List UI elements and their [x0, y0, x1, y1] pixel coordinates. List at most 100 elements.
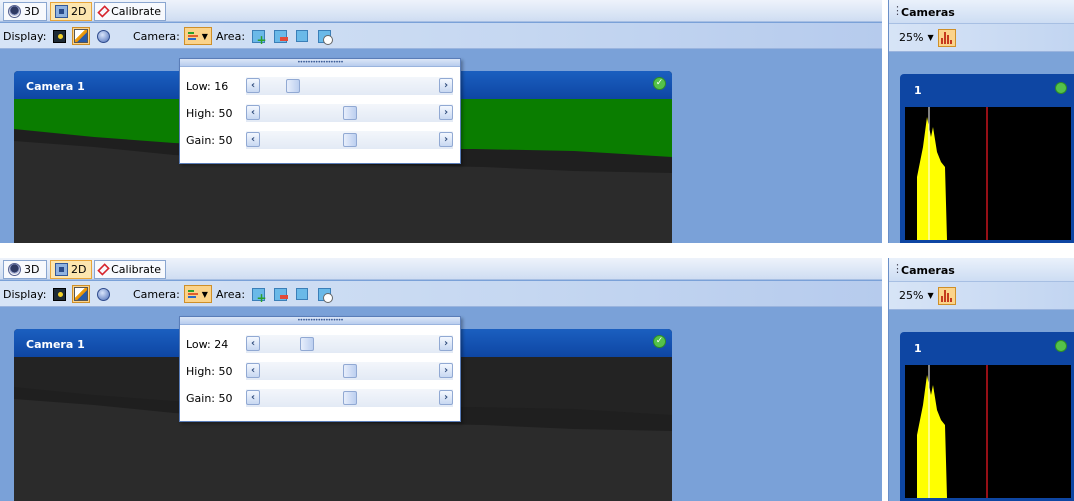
display-group: Display: — [3, 284, 112, 304]
camera-settings-dropdown[interactable]: ▼ — [183, 27, 212, 45]
camera-label: Camera: — [133, 29, 180, 43]
levels-icon — [187, 29, 202, 43]
check-circle-icon — [1055, 82, 1067, 94]
area-add-icon — [251, 29, 267, 47]
display-overlay-button[interactable] — [72, 27, 91, 45]
histogram-icon-bar — [941, 295, 944, 302]
high-label: High: 50 — [186, 106, 233, 120]
chevron-left-icon[interactable]: ‹ — [246, 390, 260, 405]
info-icon — [96, 287, 110, 301]
camera-title: Camera 1 — [26, 80, 85, 93]
slider-thumb[interactable] — [342, 133, 357, 147]
histogram-icon-bar — [950, 297, 953, 302]
display-info-button[interactable] — [94, 285, 112, 303]
camera-number: 1 — [914, 84, 922, 97]
check-circle-icon: ✓ — [653, 335, 666, 348]
chevron-right-icon[interactable]: › — [439, 78, 453, 93]
check-circle-icon — [1055, 340, 1067, 352]
gain-slider[interactable]: ‹ › — [246, 131, 453, 149]
display-image-button[interactable] — [50, 285, 68, 303]
area-timer-button[interactable] — [315, 285, 333, 303]
popup-grip[interactable]: •••••••••••••••••• — [180, 317, 460, 325]
main-toolbar: Display: Camera: ▼ Area: — [0, 281, 882, 307]
chevron-right-icon[interactable]: › — [439, 105, 453, 120]
tab-2d[interactable]: 2D — [50, 2, 92, 21]
slider-thumb[interactable] — [299, 337, 314, 351]
chevron-left-icon[interactable]: ‹ — [246, 78, 260, 93]
area-remove-button[interactable] — [271, 285, 289, 303]
zoom-dropdown[interactable]: 25% — [899, 289, 923, 302]
histogram-toggle-button[interactable] — [937, 286, 956, 305]
histogram-chart — [905, 107, 1071, 240]
tab-3d[interactable]: 3D — [3, 2, 47, 21]
area-remove-button[interactable] — [271, 27, 289, 45]
diamond-icon — [97, 5, 110, 18]
chevron-right-icon[interactable]: › — [439, 132, 453, 147]
main-view: 3D 2D Calibrate Display: Camera: ▼ Area:… — [0, 258, 882, 501]
display-info-button[interactable] — [94, 27, 112, 45]
tab-calibrate[interactable]: Calibrate — [94, 2, 166, 21]
check-circle-icon: ✓ — [653, 77, 666, 90]
slider-thumb[interactable] — [342, 364, 357, 378]
image-icon — [52, 287, 66, 301]
view-tabstrip: 3D 2D Calibrate — [0, 0, 882, 22]
chevron-down-icon[interactable]: ▼ — [927, 291, 933, 300]
gain-slider[interactable]: ‹ › — [246, 389, 453, 407]
image-icon — [52, 29, 66, 43]
camera-thumbnail-card[interactable]: 1 — [900, 74, 1074, 243]
chevron-right-icon[interactable]: › — [439, 336, 453, 351]
high-slider[interactable]: ‹ › — [246, 104, 453, 122]
area-add-button[interactable] — [249, 285, 267, 305]
chevron-right-icon[interactable]: › — [439, 390, 453, 405]
chevron-down-icon: ▼ — [201, 31, 208, 41]
tab-calibrate[interactable]: Calibrate — [94, 260, 166, 279]
histogram-icon-bar — [941, 37, 944, 44]
display-image-button[interactable] — [50, 27, 68, 45]
overlay-icon — [74, 287, 89, 301]
histogram-icon-bar — [947, 34, 950, 44]
chevron-right-icon[interactable]: › — [439, 363, 453, 378]
display-overlay-button[interactable] — [72, 285, 91, 303]
low-slider[interactable]: ‹ › — [246, 335, 453, 353]
chevron-left-icon[interactable]: ‹ — [246, 363, 260, 378]
area-group: Area: — [216, 26, 333, 47]
slider-thumb[interactable] — [342, 391, 357, 405]
histogram-icon-bar — [950, 39, 953, 44]
high-label: High: 50 — [186, 364, 233, 378]
display-label: Display: — [3, 29, 47, 43]
high-slider[interactable]: ‹ › — [246, 362, 453, 380]
levels-icon — [187, 287, 202, 301]
area-label: Area: — [216, 287, 246, 301]
camera-thumbnail-card[interactable]: 1 — [900, 332, 1074, 501]
chevron-down-icon[interactable]: ▼ — [927, 33, 933, 42]
slider-row-high: High: 50 ‹ › — [186, 362, 456, 380]
low-slider[interactable]: ‹ › — [246, 77, 453, 95]
area-select-button[interactable] — [293, 27, 311, 45]
gain-label: Gain: 50 — [186, 133, 233, 147]
slider-thumb[interactable] — [342, 106, 357, 120]
chevron-left-icon[interactable]: ‹ — [246, 336, 260, 351]
chevron-left-icon[interactable]: ‹ — [246, 105, 260, 120]
tab-3d[interactable]: 3D — [3, 260, 47, 279]
cameras-sidebar: Cameras 25% ▼ 1 — [888, 258, 1074, 501]
main-view: 3D 2D Calibrate Display: Camera: ▼ Area:… — [0, 0, 882, 243]
sidebar-title: Cameras — [889, 0, 1074, 24]
tab-label: 3D — [24, 263, 40, 276]
chevron-left-icon[interactable]: ‹ — [246, 132, 260, 147]
area-timer-button[interactable] — [315, 27, 333, 45]
slider-thumb[interactable] — [286, 79, 301, 93]
tab-2d[interactable]: 2D — [50, 260, 92, 279]
area-add-button[interactable] — [249, 27, 267, 47]
camera-group: Camera: ▼ — [133, 26, 212, 46]
slider-row-gain: Gain: 50 ‹ › — [186, 131, 456, 149]
area-clock-icon — [317, 29, 333, 45]
popup-grip[interactable]: •••••••••••••••••• — [180, 59, 460, 67]
shield-icon — [8, 5, 21, 18]
area-select-button[interactable] — [293, 285, 311, 303]
tab-label: 2D — [71, 263, 87, 276]
histogram-toggle-button[interactable] — [937, 28, 956, 47]
area-square-icon — [296, 30, 309, 42]
zoom-dropdown[interactable]: 25% — [899, 31, 923, 44]
camera-settings-dropdown[interactable]: ▼ — [183, 285, 212, 303]
main-toolbar: Display: Camera: ▼ Area: — [0, 23, 882, 49]
